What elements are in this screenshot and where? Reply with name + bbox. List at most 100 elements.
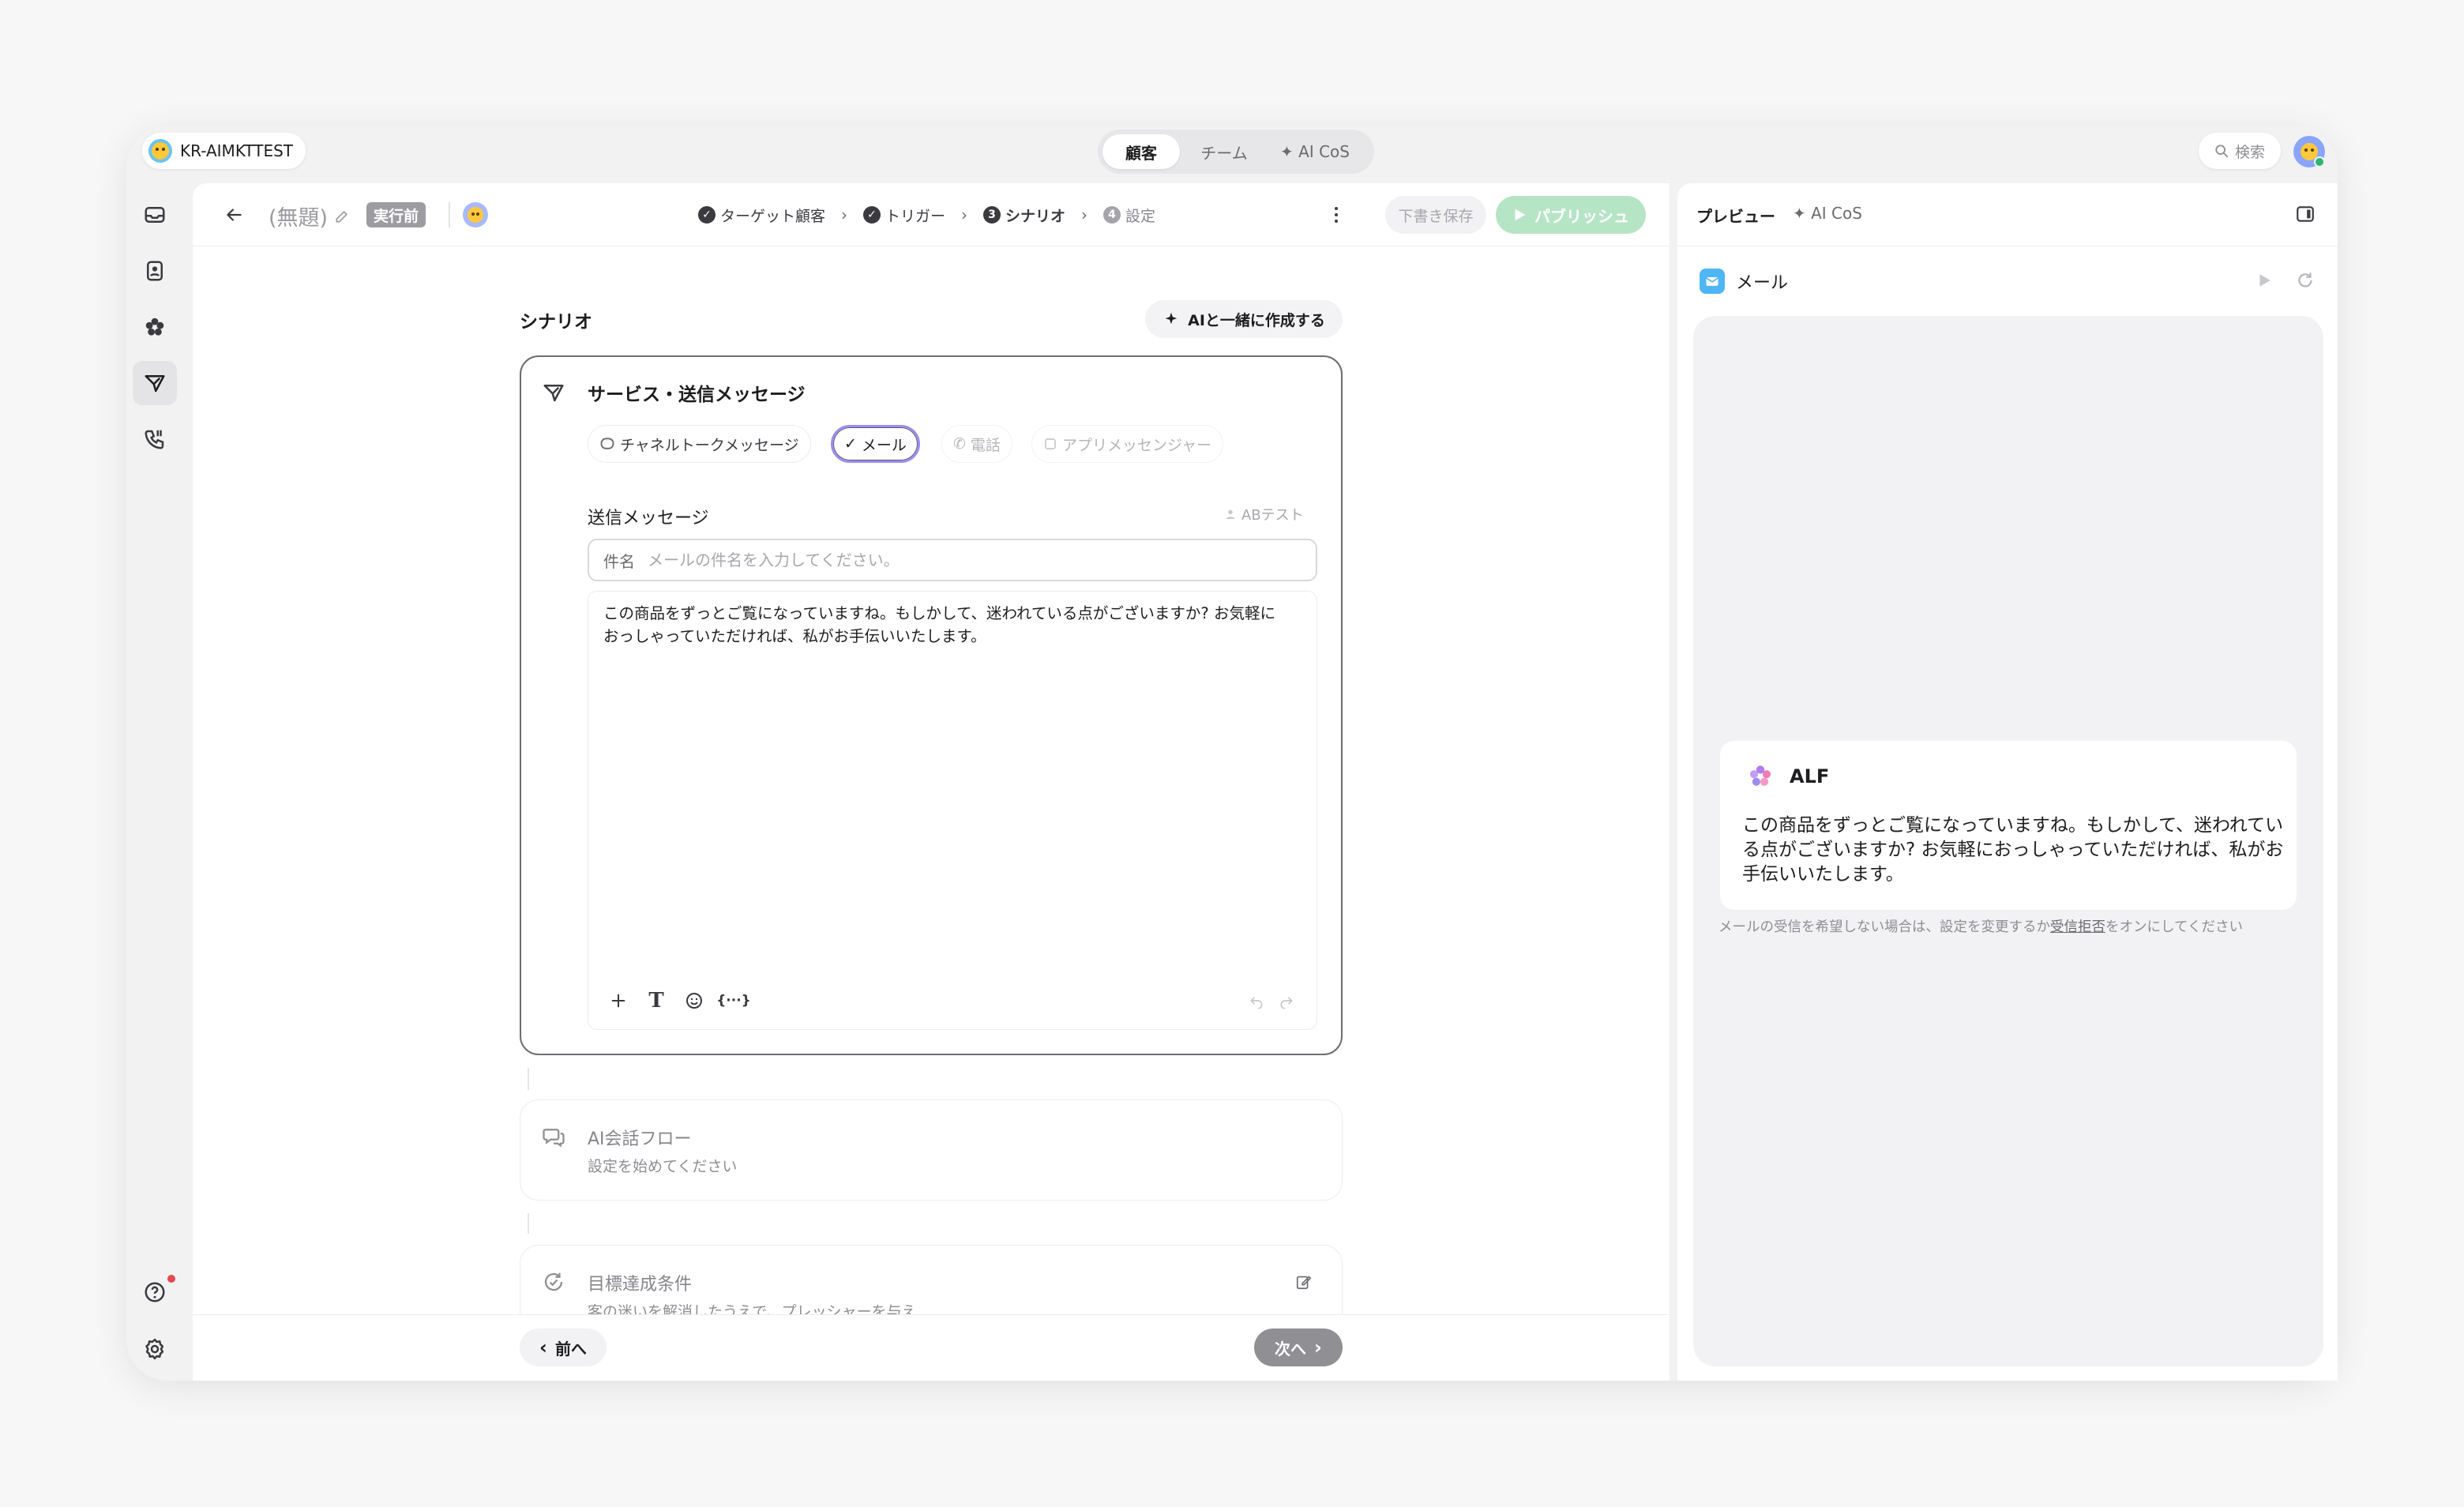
tab-team[interactable]: チーム [1183,134,1265,169]
gear-icon [145,1338,164,1360]
sender-name: ALF [1790,765,1830,787]
step-number: 3 [983,206,1001,224]
rail-inbox[interactable] [133,193,177,237]
inbox-icon [145,207,165,223]
subject-input[interactable] [646,550,1301,570]
card-title: サービス・送信メッセージ [588,385,806,405]
app-icon [1045,438,1056,449]
check-icon: ✓ [863,206,881,224]
panel-toggle-icon[interactable] [2295,204,2316,227]
prev-button[interactable]: ‹ 前へ [520,1328,607,1366]
ai-flow-title: AI会話フロー [588,1129,692,1149]
tab-preview-ai-cos[interactable]: ✦ AI CoS [1793,204,1862,223]
stepper: ✓ ターゲット顧客 › ✓ トリガー › 3 シナリオ › 4 設定 [698,202,1155,227]
subject-label: 件名 [603,551,635,571]
chip-label: 電話 [970,436,1001,454]
channel-chip-phone[interactable]: ✆ 電話 [941,425,1012,463]
back-button[interactable] [221,202,246,227]
undo-icon[interactable] [1243,987,1270,1014]
text-format-icon[interactable]: T [643,987,670,1014]
channel-chip-email[interactable]: ✓ メール [831,425,920,463]
owner-avatar[interactable] [463,202,488,227]
tab-ai-cos[interactable]: ✦ AI CoS [1268,134,1362,169]
send-icon [542,381,565,408]
rail-ai[interactable] [133,305,177,349]
section-title: シナリオ [520,312,592,333]
search-label: 検索 [2234,143,2265,161]
rail-campaigns[interactable] [133,361,177,405]
refresh-icon[interactable] [2295,270,2316,294]
next-button[interactable]: 次へ › [1254,1328,1343,1366]
campaign-title[interactable]: (無題) [269,201,350,231]
status-badge: 実行前 [366,202,426,227]
save-draft-button[interactable]: 下書き保存 [1385,196,1486,234]
step-target[interactable]: ✓ ターゲット顧客 [698,205,825,226]
rail-contacts[interactable] [133,249,177,293]
create-with-ai-button[interactable]: AIと一緒に作成する [1145,300,1343,338]
channel-chip-talk[interactable]: チャネルトークメッセージ [588,425,811,463]
body-line: おっしゃっていただければ、私がお手伝いいたします。 [603,627,986,645]
play-icon[interactable] [2256,272,2273,292]
tab-customers[interactable]: 顧客 [1102,134,1180,169]
rail-calls[interactable] [133,417,177,461]
message-body-text[interactable]: この商品をずっとご覧になっていますね。もしかして、迷われている点がございますか?… [603,602,1298,648]
publish-button[interactable]: パブリッシュ [1496,196,1646,234]
rail-settings[interactable] [133,1327,177,1371]
unsub-prefix: メールの受信を希望しない場合は、設定を変更するか [1718,919,2050,935]
chip-label: アプリメッセンジャー [1062,436,1212,454]
search-icon [2215,145,2229,158]
prev-label: 前へ [554,1339,587,1359]
check-icon: ✓ [698,206,716,224]
chevron-left-icon: ‹ [539,1336,547,1359]
footer-bar [193,1314,1670,1381]
step-label: ターゲット顧客 [720,207,826,225]
message-body-editor[interactable] [588,591,1317,1030]
header-divider [449,202,450,227]
step-label: トリガー [885,207,946,225]
variable-icon[interactable]: {···} [716,987,751,1014]
search-button[interactable]: 検索 [2199,133,2281,169]
redo-icon[interactable] [1273,987,1300,1014]
unsub-suffix: をオンにしてください [2105,919,2243,935]
phone-icon: ✆ [953,435,966,453]
step-label: シナリオ [1005,207,1066,225]
notification-dot [167,1275,175,1283]
preview-header [1677,183,2338,246]
channel-chip-app-messenger[interactable]: アプリメッセンジャー [1031,425,1224,463]
chevron-right-icon: › [1081,205,1088,224]
preview-channel: メール [1700,269,1788,294]
add-icon[interactable] [605,987,632,1014]
play-icon [1515,209,1526,221]
tab-preview[interactable]: プレビュー [1696,204,1775,227]
unsubscribe-link[interactable]: 受信拒否 [2050,919,2105,935]
workspace-avatar [148,139,172,163]
ai-flow-card[interactable] [520,1099,1343,1201]
goal-title: 目標達成条件 [588,1275,693,1295]
preview-channel-label: メール [1736,273,1789,293]
sender-row: ALF [1747,763,1829,790]
check-icon: ✓ [844,435,857,453]
online-indicator [2314,156,2325,167]
subject-field[interactable]: 件名 [588,539,1317,581]
workspace-name: KR-AIMKTTEST [180,141,294,160]
emoji-icon[interactable] [681,987,708,1014]
chat-bubble-icon [600,438,614,449]
workspace-switcher[interactable]: KR-AIMKTTEST [142,133,306,169]
step-scenario[interactable]: 3 シナリオ [983,205,1065,226]
send-icon [145,375,165,393]
preview-message-text: この商品をずっとご覧になっていますね。もしかして、迷われている点がございますか?… [1742,815,2284,885]
step-trigger[interactable]: ✓ トリガー [863,205,945,226]
contacts-icon [147,261,163,281]
step-settings[interactable]: 4 設定 [1103,205,1155,226]
unsubscribe-note: メールの受信を希望しない場合は、設定を変更するか受信拒否をオンにしてください [1718,916,2319,936]
chevron-right-icon: › [1314,1336,1322,1359]
campaign-title-text: (無題) [269,206,329,231]
chip-label: メール [861,436,907,454]
ab-test-button[interactable]: ABテスト [1224,504,1304,524]
chevron-right-icon: › [961,205,968,224]
next-label: 次へ [1275,1339,1307,1359]
edit-icon[interactable] [1295,1273,1313,1294]
publish-label: パブリッシュ [1534,206,1629,226]
chevron-right-icon: › [841,205,848,224]
more-menu-button[interactable] [1328,202,1344,227]
